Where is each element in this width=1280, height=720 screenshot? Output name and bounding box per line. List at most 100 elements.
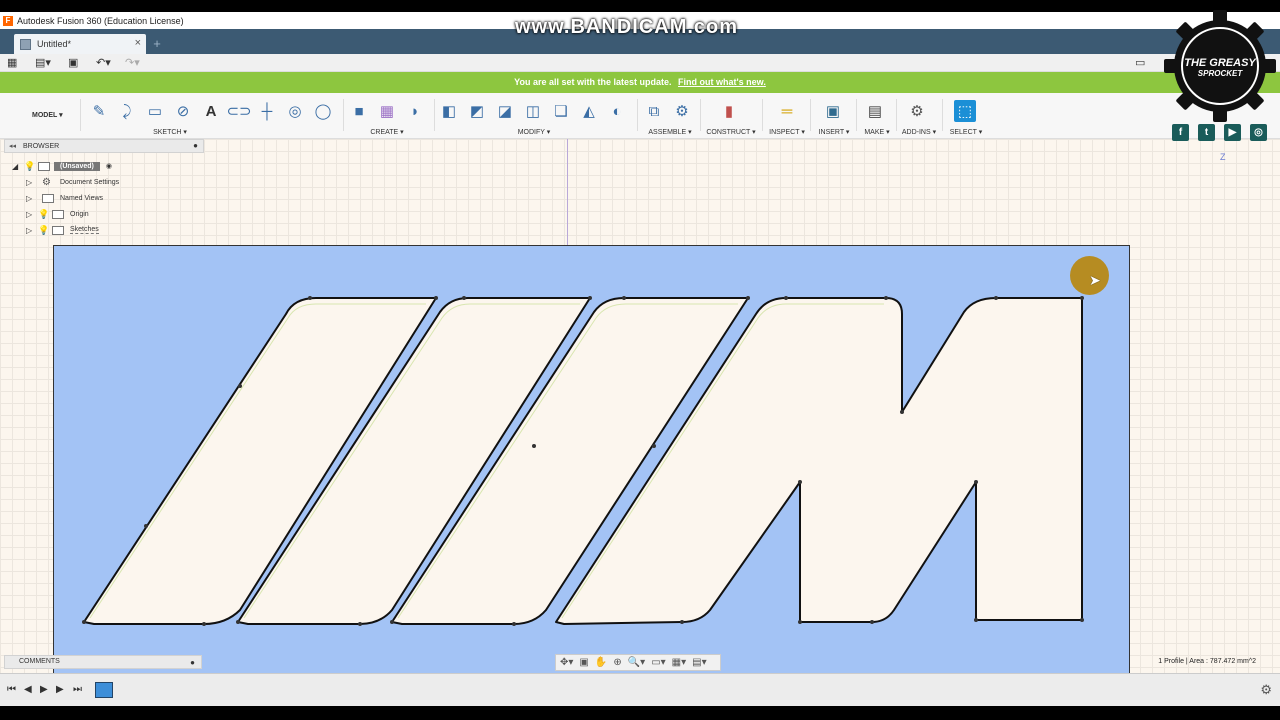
orbit-icon[interactable]: ✥▾: [560, 657, 573, 668]
zoom-icon[interactable]: ⊕: [613, 657, 621, 668]
tree-item-named-views[interactable]: ▷ Named Views: [26, 191, 103, 205]
combine-icon[interactable]: ❏: [550, 100, 572, 122]
scripts-icon[interactable]: ⚙: [906, 100, 928, 122]
display-settings-icon[interactable]: ▭▾: [651, 657, 665, 668]
fit-icon[interactable]: 🔍▾: [628, 657, 645, 668]
youtube-icon[interactable]: ▶: [1224, 124, 1241, 141]
step-back-icon[interactable]: ◀: [24, 684, 32, 695]
grid-icon[interactable]: ▦▾: [672, 657, 686, 668]
fillet-icon[interactable]: ◩: [466, 100, 488, 122]
modify-group-label[interactable]: MODIFY ▾: [434, 128, 634, 136]
undo-icon[interactable]: ↶▾: [96, 56, 111, 69]
activate-radio-icon[interactable]: ◉: [106, 162, 112, 170]
form-icon[interactable]: ▦: [376, 100, 398, 122]
browser-title: BROWSER: [23, 142, 60, 150]
circle-icon[interactable]: ⊘: [172, 100, 194, 122]
collapsed-triangle-icon[interactable]: ▷: [26, 210, 38, 219]
tree-item-origin[interactable]: ▷ 💡 Origin: [26, 207, 89, 221]
insert-group-label[interactable]: INSERT ▾: [814, 128, 854, 136]
plane-icon[interactable]: ▮: [718, 100, 740, 122]
collapsed-triangle-icon[interactable]: ▷: [26, 226, 38, 235]
folder-icon: [52, 209, 64, 219]
inspect-group: ═ INSPECT ▾: [768, 98, 806, 137]
go-to-end-icon[interactable]: ⏭: [73, 684, 82, 695]
joint-icon[interactable]: ⚙: [671, 100, 693, 122]
trim-icon[interactable]: ┼: [256, 100, 278, 122]
look-at-icon[interactable]: ▣: [579, 657, 588, 668]
inspect-group-label[interactable]: INSPECT ▾: [764, 128, 810, 136]
3d-print-icon[interactable]: ▤: [864, 100, 886, 122]
construct-group-label[interactable]: CONSTRUCT ▾: [702, 128, 760, 136]
sketch-group-label[interactable]: SKETCH ▾: [80, 128, 260, 136]
rectangle-icon[interactable]: ▭: [144, 100, 166, 122]
collapsed-triangle-icon[interactable]: ▷: [26, 178, 38, 187]
offset-icon[interactable]: ◎: [284, 100, 306, 122]
play-icon[interactable]: ▶: [40, 684, 48, 695]
workspace-switcher[interactable]: MODEL ▾: [32, 111, 63, 119]
create-sketch-icon[interactable]: ✎: [88, 100, 110, 122]
line-icon[interactable]: ⤸: [116, 100, 138, 122]
insert-group: ▣ INSERT ▾: [816, 98, 852, 136]
facebook-icon[interactable]: f: [1172, 124, 1189, 141]
viewports-icon[interactable]: ▤▾: [692, 657, 706, 668]
twitter-icon[interactable]: t: [1198, 124, 1215, 141]
pin-icon[interactable]: ●: [193, 141, 198, 150]
tree-item-sketches[interactable]: ▷ 💡 Sketches: [26, 223, 99, 237]
greasy-sprocket-logo: THE GREASY SPROCKET: [1164, 10, 1276, 122]
apps-grid-icon[interactable]: ▦: [7, 56, 17, 69]
assemble-group-label[interactable]: ASSEMBLE ▾: [639, 128, 701, 136]
quick-access-toolbar: ▦ ▤▾ ▣ ↶▾ ↷▾ ▭: [0, 54, 1280, 72]
slot-icon[interactable]: ⊂⊃: [226, 100, 251, 122]
split-icon[interactable]: ◭: [578, 100, 600, 122]
chamfer-icon[interactable]: ◪: [494, 100, 516, 122]
timeline-sketch-feature[interactable]: [95, 682, 113, 698]
pan-icon[interactable]: ✋: [595, 657, 607, 668]
component-icon: [38, 161, 50, 171]
visibility-bulb-icon[interactable]: 💡: [24, 161, 35, 172]
tree-root[interactable]: ◢ 💡 (Unsaved) ◉: [12, 159, 112, 173]
select-icon[interactable]: ⬚: [954, 100, 976, 122]
project-icon[interactable]: ◯: [312, 100, 334, 122]
text-icon[interactable]: A: [200, 100, 222, 122]
close-tab-icon[interactable]: ×: [135, 37, 141, 49]
tree-item-document-settings[interactable]: ▷ ⚙ Document Settings: [26, 175, 119, 189]
extrude-icon[interactable]: ■: [348, 100, 370, 122]
instagram-icon[interactable]: ◎: [1250, 124, 1267, 141]
press-pull-icon[interactable]: ◧: [438, 100, 460, 122]
tree-item-label: Document Settings: [60, 178, 120, 186]
revolve-icon[interactable]: ◗: [404, 100, 426, 122]
whats-new-link[interactable]: Find out what's new.: [678, 77, 766, 87]
pin-icon[interactable]: ●: [190, 657, 195, 669]
addins-group-label[interactable]: ADD-INS ▾: [898, 128, 940, 136]
comments-panel[interactable]: COMMENTS ●: [4, 655, 202, 669]
timeline-settings-icon[interactable]: ⚙: [1260, 682, 1272, 698]
shell-icon[interactable]: ◫: [522, 100, 544, 122]
make-group-label[interactable]: MAKE ▾: [858, 128, 896, 136]
expanded-triangle-icon[interactable]: ◢: [12, 162, 24, 171]
create-group-label[interactable]: CREATE ▾: [342, 128, 432, 136]
measure-icon[interactable]: ═: [776, 100, 798, 122]
go-to-start-icon[interactable]: ⏮: [7, 684, 16, 695]
sketch-profile-region[interactable]: [53, 245, 1130, 673]
document-tab[interactable]: Untitled* ×: [14, 34, 146, 54]
scale-icon[interactable]: ◐: [606, 100, 628, 122]
redo-icon[interactable]: ↷▾: [125, 56, 140, 69]
sketch-svg[interactable]: [54, 246, 1131, 674]
collapsed-triangle-icon[interactable]: ▷: [26, 194, 38, 203]
save-icon[interactable]: ▣: [68, 56, 78, 69]
profile-area-status: 1 Profile | Area : 787.472 mm^2: [1158, 658, 1256, 665]
step-forward-icon[interactable]: ▶: [56, 684, 64, 695]
browser-header[interactable]: ◂◂ BROWSER ●: [4, 139, 204, 153]
make-group: ▤ MAKE ▾: [860, 98, 894, 136]
new-component-icon[interactable]: ⧉: [643, 100, 665, 122]
new-tab-icon[interactable]: +: [150, 37, 164, 51]
navigation-bar: ✥▾ ▣ ✋ ⊕ 🔍▾ ▭▾ ▦▾ ▤▾: [555, 654, 721, 671]
visibility-bulb-icon[interactable]: 💡: [38, 209, 49, 220]
notifications-icon[interactable]: ▭: [1135, 56, 1145, 69]
select-group-label[interactable]: SELECT ▾: [946, 128, 986, 136]
file-menu-icon[interactable]: ▤▾: [35, 56, 51, 69]
insert-image-icon[interactable]: ▣: [822, 100, 844, 122]
visibility-bulb-icon[interactable]: 💡: [38, 225, 49, 236]
svg-text:THE GREASY: THE GREASY: [1184, 57, 1257, 69]
collapse-icon[interactable]: ◂◂: [9, 142, 17, 150]
